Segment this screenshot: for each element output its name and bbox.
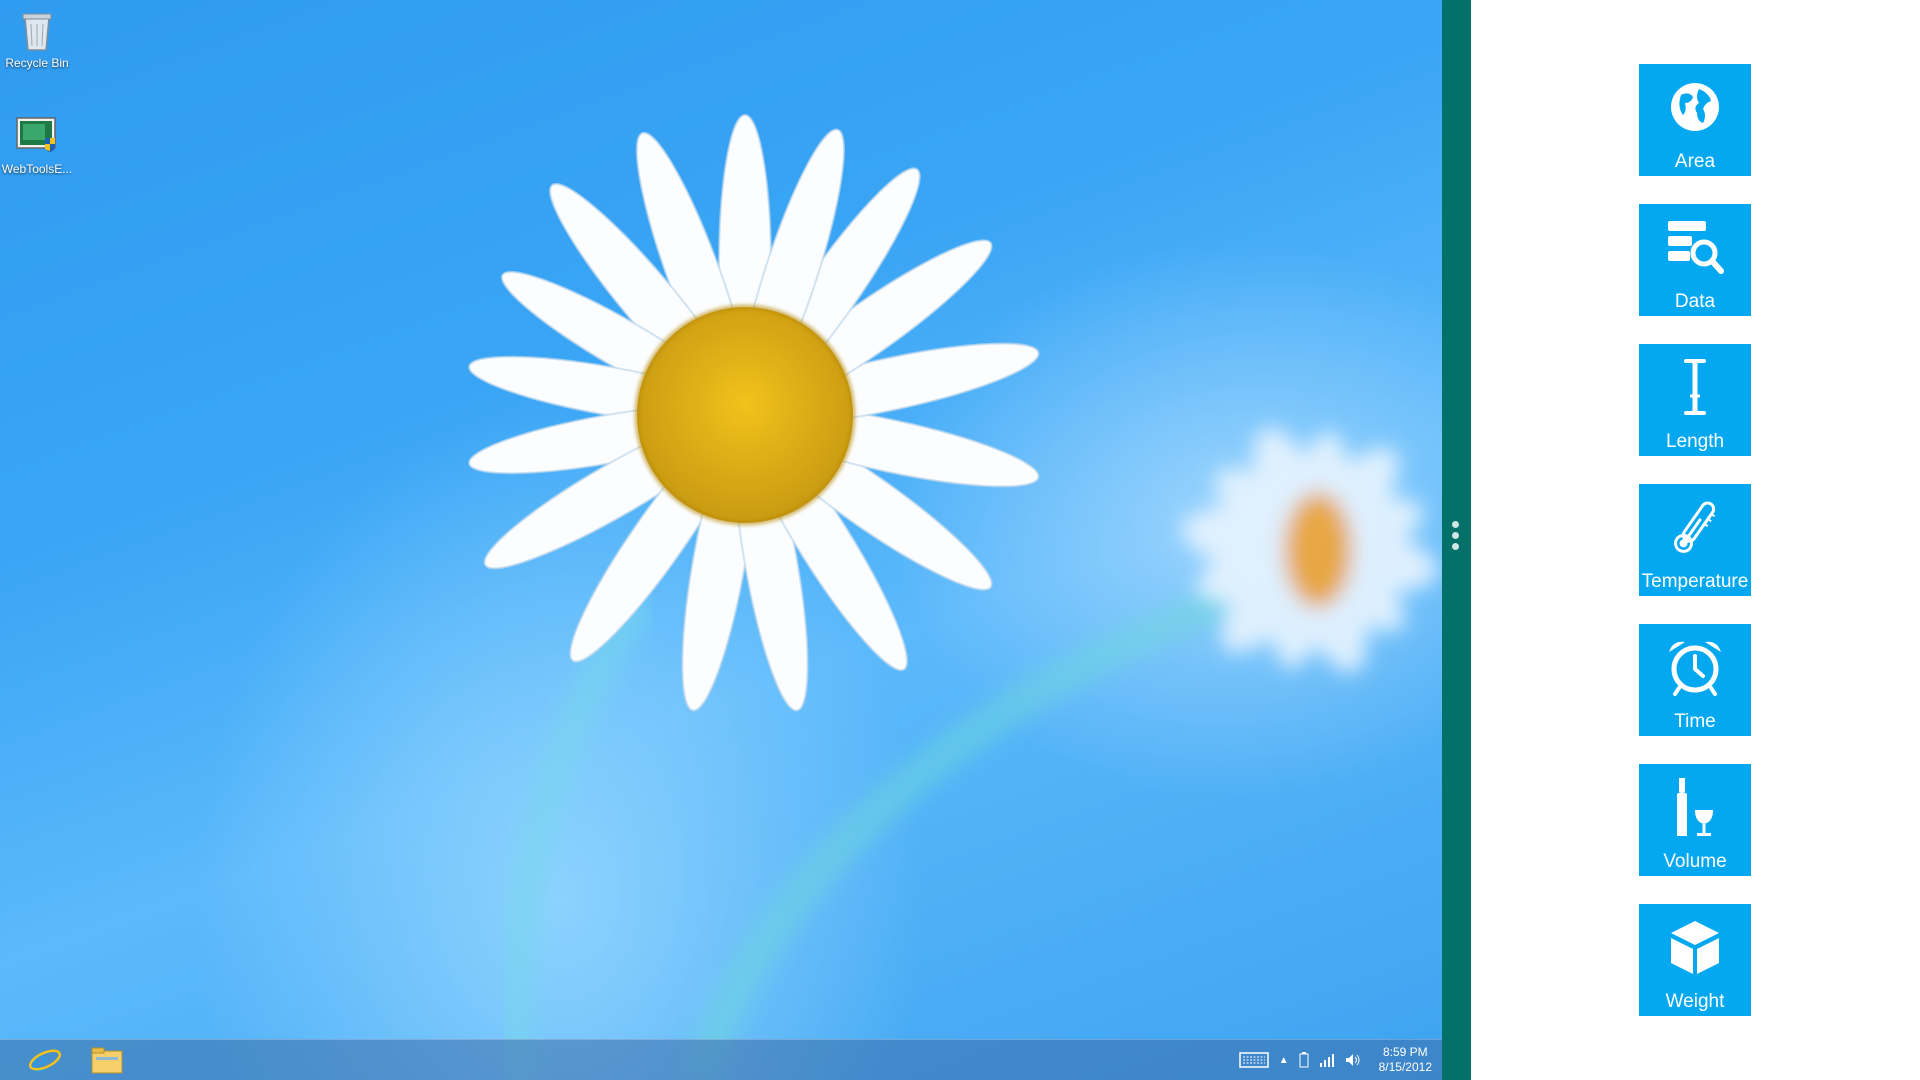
- thermometer-icon: [1639, 494, 1751, 560]
- desktop-icon-label: WebToolsE...: [1, 162, 73, 176]
- system-tray: ▲ 8:59 PM 8/15/2012: [1238, 1040, 1432, 1080]
- snap-splitter[interactable]: [1442, 0, 1471, 1080]
- setup-shield-icon: [15, 114, 59, 158]
- tile-temperature[interactable]: Temperature: [1639, 484, 1751, 596]
- unit-converter-app: Area Data Length Temperature Time Volume…: [1471, 0, 1920, 1080]
- recycle-bin-icon: [15, 8, 59, 52]
- daisy-wallpaper: [468, 114, 1439, 1080]
- bottle-glass-icon: [1639, 774, 1751, 840]
- tile-label: Weight: [1665, 991, 1725, 1012]
- tile-label: Data: [1674, 291, 1716, 312]
- desktop-icon-label: Recycle Bin: [5, 56, 69, 70]
- taskbar-internet-explorer[interactable]: e: [18, 1042, 72, 1078]
- desktop: Recycle Bin WebToolsE... e ▲ 8:59 PM 8/1…: [0, 0, 1442, 1080]
- folder-icon: [91, 1047, 123, 1074]
- data-search-icon: [1639, 214, 1751, 280]
- tile-area[interactable]: Area: [1639, 64, 1751, 176]
- network-signal-icon[interactable]: [1319, 1053, 1335, 1067]
- keyboard-icon[interactable]: [1238, 1051, 1269, 1069]
- show-hidden-icons-arrow[interactable]: ▲: [1279, 1055, 1289, 1066]
- clock[interactable]: 8:59 PM 8/15/2012: [1379, 1045, 1432, 1075]
- tile-length[interactable]: Length: [1639, 344, 1751, 456]
- internet-explorer-icon: e: [28, 1043, 62, 1077]
- clock-date: 8/15/2012: [1378, 1060, 1432, 1074]
- tile-label: Temperature: [1641, 571, 1749, 592]
- tile-data[interactable]: Data: [1639, 204, 1751, 316]
- ibeam-length-icon: [1639, 354, 1751, 420]
- battery-icon[interactable]: [1299, 1052, 1309, 1068]
- alarm-clock-icon: [1639, 634, 1751, 700]
- tile-label: Length: [1665, 431, 1725, 452]
- volume-icon[interactable]: [1345, 1053, 1361, 1067]
- globe-icon: [1639, 74, 1751, 140]
- tile-volume[interactable]: Volume: [1639, 764, 1751, 876]
- tile-label: Time: [1674, 711, 1716, 732]
- cube-icon: [1639, 914, 1751, 980]
- splitter-grip-icon[interactable]: [1452, 521, 1460, 554]
- tile-weight[interactable]: Weight: [1639, 904, 1751, 1016]
- tile-time[interactable]: Time: [1639, 624, 1751, 736]
- clock-time: 8:59 PM: [1382, 1045, 1428, 1059]
- tile-label: Volume: [1663, 851, 1727, 872]
- taskbar-file-explorer[interactable]: [80, 1042, 134, 1078]
- tile-label: Area: [1674, 151, 1716, 172]
- desktop-icon-recycle-bin[interactable]: Recycle Bin: [0, 2, 74, 70]
- taskbar: e ▲ 8:59 PM 8/15/2012: [0, 1039, 1442, 1080]
- desktop-icon-webtools[interactable]: WebToolsE...: [0, 108, 74, 176]
